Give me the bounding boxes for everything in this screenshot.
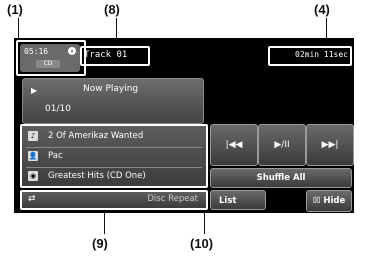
list-button[interactable]: List (210, 190, 266, 210)
previous-track-button[interactable]: |◀◀ (210, 124, 258, 166)
highlight-box-1 (16, 40, 86, 76)
callout-1: (1) (7, 2, 23, 17)
callout-10: (10) (190, 236, 214, 251)
play-pause-button[interactable]: ▶/II (258, 124, 306, 166)
head-unit-screen: 05:16 CD Track 01 02min 11sec ▶ Now Play… (14, 38, 354, 213)
callout-4: (4) (314, 2, 330, 17)
callout-9: (9) (92, 236, 108, 251)
now-playing-label: Now Playing (83, 84, 139, 94)
leader-line-9 (104, 212, 105, 234)
next-track-button[interactable]: ▶▶| (306, 124, 354, 166)
highlight-box-9 (20, 190, 208, 210)
track-count: 01/10 (45, 104, 71, 114)
highlight-box-4 (268, 46, 352, 66)
play-indicator-icon: ▶ (31, 86, 38, 95)
callout-8: (8) (104, 2, 120, 17)
now-playing-panel[interactable]: ▶ Now Playing 01/10 (22, 78, 204, 124)
status-bar: 05:16 CD Track 01 02min 11sec (14, 38, 354, 76)
highlight-box-8 (80, 46, 150, 66)
hide-button[interactable]: ☒ Hide (306, 190, 352, 212)
shuffle-all-button[interactable]: Shuffle All (210, 168, 352, 188)
highlight-box-10 (20, 124, 208, 188)
